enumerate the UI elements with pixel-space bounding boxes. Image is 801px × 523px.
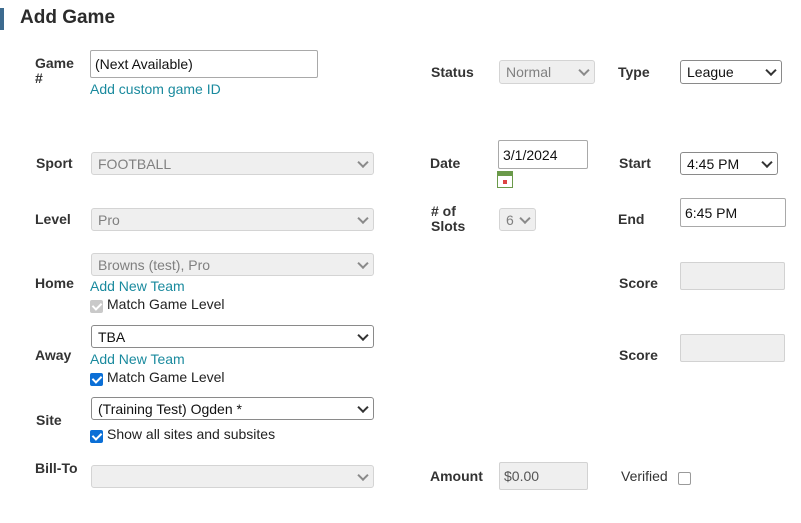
away-add-new-team-link[interactable]: Add New Team <box>90 351 185 367</box>
type-select[interactable]: League <box>680 60 782 84</box>
type-label: Type <box>618 64 650 80</box>
away-score-label: Score <box>619 347 658 363</box>
home-match-level-checkbox[interactable] <box>90 300 103 313</box>
chevron-down-icon <box>357 401 369 413</box>
game-number-label: Game # <box>35 55 74 86</box>
date-label: Date <box>430 155 461 171</box>
slots-select[interactable]: 6 <box>499 208 536 231</box>
chevron-down-icon <box>357 212 369 224</box>
date-input[interactable]: 3/1/2024 <box>498 140 588 169</box>
site-select[interactable]: (Training Test) Ogden * <box>91 397 374 420</box>
bill-to-select[interactable] <box>91 465 374 488</box>
show-all-sites-label: Show all sites and subsites <box>107 426 276 442</box>
site-select-value: (Training Test) Ogden * <box>98 400 242 417</box>
bill-to-label: Bill-To <box>35 460 78 476</box>
home-team-select[interactable]: Browns (test), Pro <box>91 253 374 276</box>
sport-select[interactable]: FOOTBALL <box>91 152 374 175</box>
start-time-select[interactable]: 4:45 PM <box>680 152 778 175</box>
chevron-down-icon <box>519 212 531 224</box>
start-label: Start <box>619 155 651 171</box>
page-title: Add Game <box>20 7 116 28</box>
status-select[interactable]: Normal <box>499 60 595 84</box>
away-label: Away <box>35 347 72 363</box>
chevron-down-icon <box>357 257 369 269</box>
home-label: Home <box>35 275 74 291</box>
slots-select-value: 6 <box>506 211 514 228</box>
status-label: Status <box>431 64 474 80</box>
away-score-input[interactable] <box>680 334 785 362</box>
level-select[interactable]: Pro <box>91 208 374 231</box>
away-match-level-checkbox[interactable] <box>90 373 103 386</box>
sport-label: Sport <box>36 155 73 171</box>
chevron-down-icon <box>357 469 369 481</box>
calendar-icon[interactable] <box>497 171 513 188</box>
start-time-value: 4:45 PM <box>687 155 740 172</box>
slots-label: # of Slots <box>431 203 466 234</box>
home-score-label: Score <box>619 275 658 291</box>
show-all-sites-checkbox[interactable] <box>90 430 103 443</box>
chevron-down-icon <box>357 156 369 168</box>
chevron-down-icon <box>357 329 369 341</box>
level-label: Level <box>35 211 71 227</box>
type-select-value: League <box>687 64 734 80</box>
site-label: Site <box>36 412 62 428</box>
away-match-level-label: Match Game Level <box>107 369 225 385</box>
away-team-value: TBA <box>98 328 126 345</box>
level-select-value: Pro <box>98 211 120 228</box>
sport-select-value: FOOTBALL <box>98 155 172 172</box>
chevron-down-icon <box>578 64 590 77</box>
home-add-new-team-link[interactable]: Add New Team <box>90 278 185 294</box>
add-custom-game-id-link[interactable]: Add custom game ID <box>90 81 221 97</box>
game-number-input[interactable]: (Next Available) <box>90 50 318 78</box>
chevron-down-icon <box>765 64 777 77</box>
verified-checkbox[interactable] <box>678 472 691 485</box>
amount-input[interactable]: $0.00 <box>499 462 588 490</box>
home-score-input[interactable] <box>680 262 785 290</box>
title-accent-bar <box>0 8 4 30</box>
end-label: End <box>618 211 645 227</box>
status-select-value: Normal <box>506 64 552 80</box>
home-match-level-label: Match Game Level <box>107 296 225 312</box>
away-team-select[interactable]: TBA <box>91 325 374 348</box>
verified-label: Verified <box>621 468 668 484</box>
home-team-value: Browns (test), Pro <box>98 256 211 273</box>
end-time-input[interactable]: 6:45 PM <box>680 198 786 227</box>
chevron-down-icon <box>761 156 773 168</box>
amount-label: Amount <box>430 468 483 484</box>
